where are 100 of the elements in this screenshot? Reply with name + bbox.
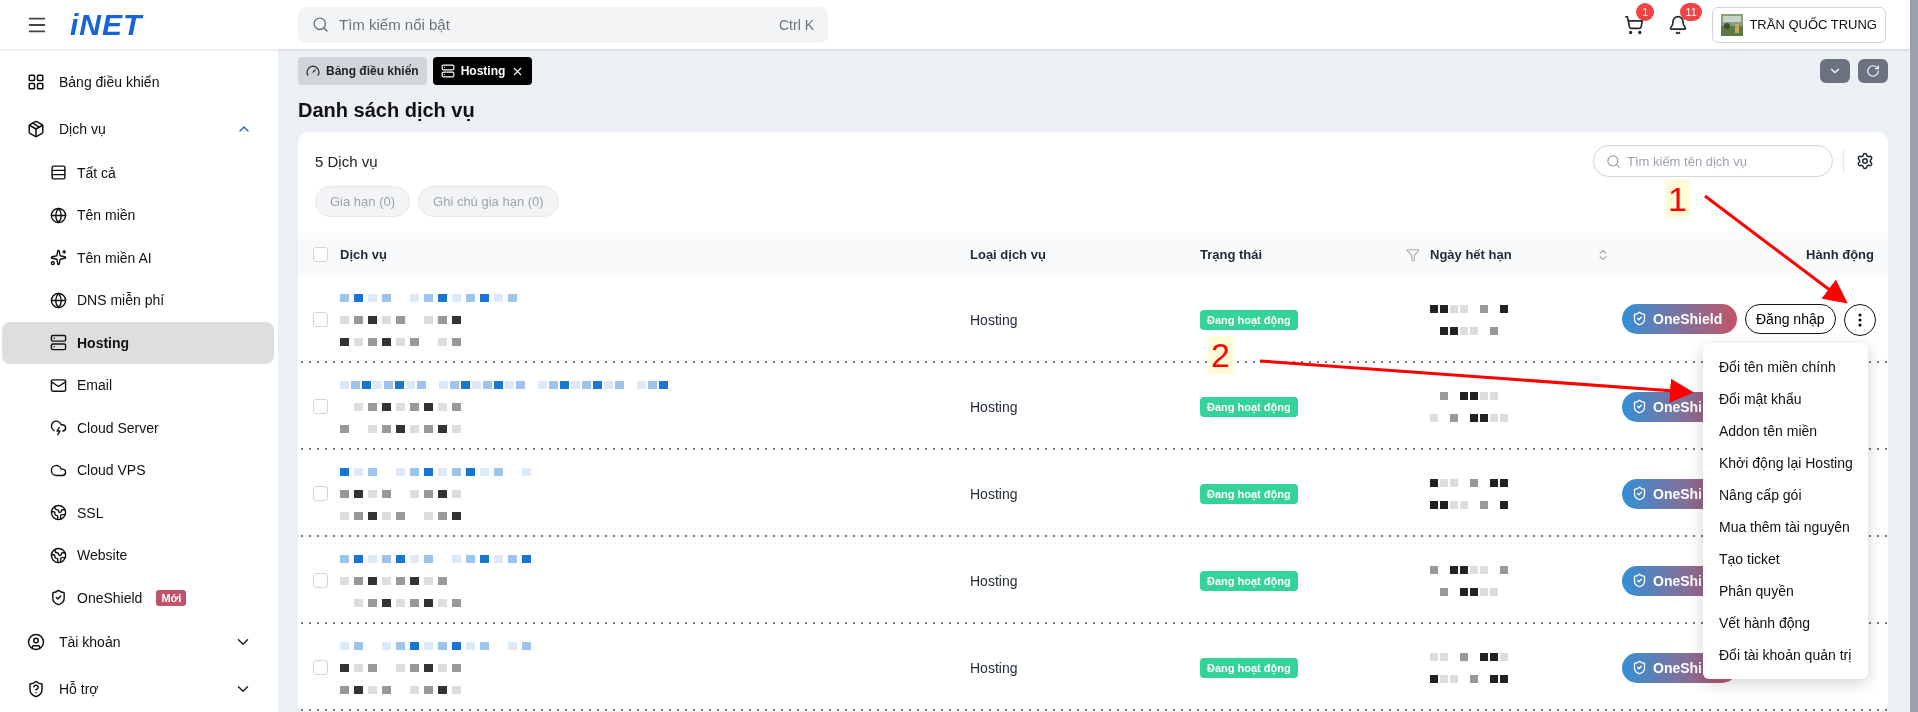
shield-icon [1632, 486, 1647, 501]
page-tab[interactable]: Hosting [432, 57, 533, 85]
sidebar-item-icon [50, 164, 67, 182]
table-cell: Hosting [970, 572, 1018, 589]
row-checkbox[interactable] [313, 399, 328, 414]
status-badge: Đang hoạt động [1200, 570, 1298, 591]
sidebar-item-icon [50, 249, 67, 267]
sidebar-subitem[interactable]: Cloud Server [2, 406, 274, 450]
sidebar-item[interactable]: Bảng điều khiển [2, 59, 274, 106]
shield-icon [1632, 660, 1647, 675]
sidebar-item-icon [50, 334, 67, 352]
sidebar-item-icon [50, 291, 67, 309]
scrollbar[interactable] [1910, 0, 1918, 712]
logo[interactable]: iNET [70, 7, 143, 42]
sidebar-item-label: DNS miễn phí [77, 292, 165, 309]
sidebar-item-icon [27, 679, 45, 698]
sidebar-item[interactable]: Hỗ trợ [2, 665, 274, 712]
new-badge: Mới [156, 589, 187, 606]
search-icon [1606, 153, 1621, 169]
menu-item[interactable]: Mua thêm tài nguyên [1703, 511, 1868, 543]
sidebar-subitem[interactable]: Tên miền [2, 194, 274, 237]
shield-icon [1632, 399, 1647, 414]
sidebar-item[interactable]: Dịch vụ [2, 105, 274, 152]
sidebar-item-icon [50, 504, 67, 522]
sidebar-item-label: Dịch vụ [59, 120, 106, 137]
column-header: Trạng thái [1200, 247, 1263, 262]
sidebar-item-label: Tất cả [77, 164, 116, 181]
menu-item[interactable]: Khởi động lại Hosting [1703, 447, 1868, 479]
sidebar-item-label: OneShield [77, 589, 143, 606]
sidebar-subitem[interactable]: Hosting [2, 321, 274, 365]
shortcut-hint: Ctrl K [779, 16, 814, 33]
column-header: Ngày hết hạn [1430, 247, 1512, 262]
filter-icon[interactable] [1406, 247, 1420, 262]
sidebar-item-label: Tên miền [77, 207, 136, 224]
menu-item[interactable]: Vết hành động [1703, 607, 1868, 639]
refresh-button[interactable] [1858, 59, 1888, 83]
sidebar-item-icon [50, 589, 67, 607]
sidebar-subitem[interactable]: Website [2, 534, 274, 577]
shield-icon [1632, 311, 1647, 326]
collapse-button[interactable] [1820, 59, 1850, 83]
sidebar-item-label: Tài khoản [59, 634, 121, 651]
user-menu-button[interactable]: TRẦN QUỐC TRUNG [1712, 6, 1886, 43]
sidebar-subitem[interactable]: DNS miễn phí [2, 279, 274, 322]
sidebar-item-icon [27, 119, 45, 138]
sidebar-item-icon [50, 419, 67, 437]
column-header: Hành động [1806, 247, 1874, 262]
notification-count-badge: 11 [1680, 2, 1702, 21]
table-cell: Hosting [970, 311, 1018, 328]
row-checkbox[interactable] [313, 660, 328, 675]
row-checkbox[interactable] [313, 486, 328, 501]
oneshield-button[interactable]: OneShield [1622, 303, 1737, 334]
sidebar-subitem[interactable]: OneShield Mới [2, 576, 274, 620]
sidebar-item-label: Hỗ trợ [59, 680, 99, 697]
sidebar-item-icon [50, 546, 67, 564]
bell-icon[interactable] [1668, 14, 1689, 35]
cart-icon[interactable] [1624, 14, 1645, 35]
column-header: Dịch vụ [340, 247, 387, 262]
sidebar-subitem[interactable]: Email [2, 364, 274, 407]
more-button[interactable] [1843, 303, 1876, 336]
refresh-icon [1866, 64, 1880, 78]
sidebar-item-label: Cloud VPS [77, 462, 146, 479]
sidebar-item-icon [50, 376, 67, 394]
service-count: 5 Dịch vụ [315, 152, 378, 170]
sidebar-item-label: Email [77, 377, 112, 394]
sidebar-item-icon [50, 206, 67, 224]
sidebar-item-label: Bảng điều khiển [59, 74, 160, 91]
gauge-icon [306, 64, 320, 78]
sidebar-item-label: Cloud Server [77, 419, 159, 436]
row-checkbox[interactable] [313, 312, 328, 327]
sidebar-subitem[interactable]: Tên miền AI [2, 236, 274, 280]
more-icon [1857, 312, 1862, 327]
login-button[interactable]: Đăng nhập [1745, 303, 1836, 334]
sidebar-item-icon [27, 633, 45, 652]
table-cell: Hosting [970, 659, 1018, 676]
page-tab[interactable]: Bảng điều khiển [298, 57, 427, 85]
cart-count-badge: 1 [1636, 2, 1655, 21]
status-badge: Đang hoạt động [1200, 309, 1298, 330]
sidebar-subitem[interactable]: SSL [2, 491, 274, 535]
status-badge: Đang hoạt động [1200, 657, 1298, 678]
sidebar-item-label: SSL [77, 504, 104, 521]
settings-icon[interactable] [1856, 152, 1874, 170]
sidebar-item-icon [27, 73, 45, 92]
sidebar-item-label: Tên miền AI [77, 249, 152, 266]
status-badge: Đang hoạt động [1200, 483, 1298, 504]
page-title: Danh sách dịch vụ [298, 99, 476, 122]
select-all-checkbox[interactable] [313, 247, 328, 262]
row-checkbox[interactable] [313, 573, 328, 588]
search-field[interactable]: Tìm kiếm nổi bật Ctrl K [298, 6, 828, 43]
search-placeholder: Tìm kiếm nổi bật [339, 16, 451, 33]
status-badge: Đang hoạt động [1200, 396, 1298, 417]
shield-icon [1632, 573, 1647, 588]
column-header: Loại dịch vụ [970, 247, 1046, 262]
annotation-number: 1 [1665, 180, 1690, 218]
search-icon [312, 16, 329, 33]
sidebar-item[interactable]: Tài khoản [2, 619, 274, 666]
sidebar-subitem[interactable]: Tất cả [2, 151, 274, 195]
sidebar-item-label: Hosting [77, 334, 130, 351]
sidebar-subitem[interactable]: Cloud VPS [2, 449, 274, 492]
annotation-number: 2 [1208, 336, 1233, 374]
menu-item[interactable]: Đổi tên miền chính [1703, 351, 1868, 383]
